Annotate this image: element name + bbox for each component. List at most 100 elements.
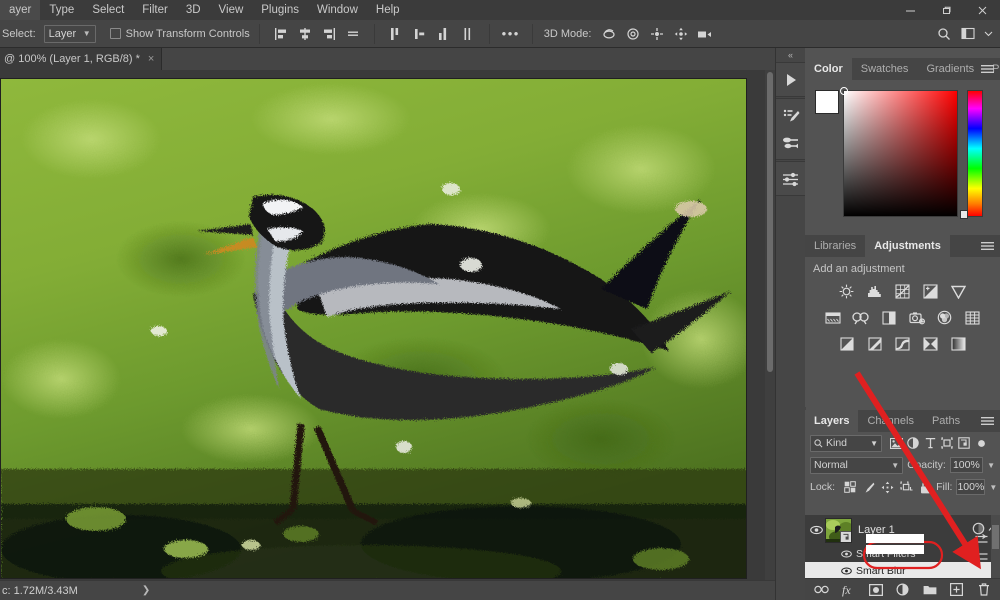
layer-list-scrollbar[interactable] [991, 515, 1000, 578]
tab-channels[interactable]: Channels [858, 410, 923, 432]
filter-kind-dropdown[interactable]: Kind ▼ [810, 434, 882, 452]
smart-blur-visibility-icon[interactable] [841, 567, 856, 575]
invert-icon[interactable] [837, 335, 856, 352]
menu-item-filter[interactable]: Filter [133, 0, 177, 20]
lock-position-icon[interactable] [881, 480, 894, 494]
workspace-switcher-icon[interactable] [957, 24, 979, 44]
distribute-vertical-centers-icon[interactable] [409, 24, 431, 44]
color-field-marker[interactable] [840, 87, 848, 95]
panel-menu-icon[interactable] [981, 410, 994, 432]
layer-visibility-icon[interactable] [807, 525, 825, 535]
collapse-panels-icon[interactable]: « [776, 48, 805, 62]
smart-filter-row-smart-blur[interactable]: Smart Blur [805, 562, 1000, 578]
lock-artboard-nesting-icon[interactable] [900, 480, 913, 494]
rotate-3d-object-icon[interactable] [598, 24, 620, 44]
menu-item-type[interactable]: Type [40, 0, 83, 20]
brush-presets-icon[interactable] [776, 102, 806, 129]
color-picker-field[interactable] [840, 87, 958, 217]
color-lookup-icon[interactable] [963, 309, 982, 326]
panel-menu-icon[interactable] [981, 58, 994, 80]
foreground-color-swatch[interactable] [815, 90, 839, 114]
opacity-input[interactable]: 100% [949, 457, 984, 473]
hue-saturation-icon[interactable] [823, 309, 842, 326]
add-layer-mask-icon[interactable] [868, 582, 884, 598]
canvas-vertical-scrollbar[interactable] [765, 70, 775, 580]
delete-layer-icon[interactable] [976, 582, 992, 598]
brightness-contrast-icon[interactable] [837, 283, 856, 300]
smart-filters-visibility-icon[interactable] [841, 550, 856, 558]
more-options-icon[interactable]: ••• [500, 24, 522, 44]
distribute-top-edges-icon[interactable] [385, 24, 407, 44]
align-left-edges-icon[interactable] [270, 24, 292, 44]
align-right-edges-icon[interactable] [318, 24, 340, 44]
new-group-icon[interactable] [922, 582, 938, 598]
layer-thumbnail[interactable] [825, 517, 852, 543]
scrollbar-thumb[interactable] [992, 525, 999, 549]
chevron-down-icon[interactable] [981, 24, 995, 44]
menu-item-window[interactable]: Window [308, 0, 367, 20]
panel-menu-icon[interactable] [981, 235, 994, 257]
status-expand-arrow-icon[interactable]: ❯ [142, 585, 150, 596]
search-icon[interactable] [933, 24, 955, 44]
select-layer-dropdown[interactable]: Layer ▼ [43, 24, 96, 43]
filter-gallery-blending-options-icon[interactable] [975, 552, 988, 564]
menu-item-layer[interactable]: ayer [0, 0, 41, 20]
filter-shape-layers-icon[interactable] [940, 436, 954, 451]
document-tab[interactable]: @ 100% (Layer 1, RGB/8) * × [0, 48, 163, 70]
menu-item-plugins[interactable]: Plugins [252, 0, 308, 20]
lock-all-icon[interactable] [919, 480, 932, 494]
adjustments-sliders-icon[interactable] [776, 165, 806, 192]
maximize-icon[interactable] [928, 0, 964, 20]
levels-icon[interactable] [865, 283, 884, 300]
canvas-area[interactable] [0, 70, 775, 580]
photo-filter-icon[interactable] [907, 309, 926, 326]
new-adjustment-layer-icon[interactable] [895, 582, 911, 598]
filter-blending-options-icon[interactable] [975, 534, 988, 548]
gradient-map-icon[interactable] [949, 335, 968, 352]
drag-3d-object-icon[interactable] [646, 24, 668, 44]
tab-swatches[interactable]: Swatches [851, 58, 918, 80]
filter-adjustment-layers-icon[interactable] [906, 436, 920, 451]
tab-adjustments[interactable]: Adjustments [865, 235, 950, 257]
layer-style-icon[interactable]: fx [841, 582, 857, 598]
menu-item-view[interactable]: View [210, 0, 253, 20]
document-image-heron-watercolor[interactable] [0, 78, 747, 579]
filter-enable-toggle[interactable] [974, 436, 988, 451]
minimize-icon[interactable] [892, 0, 928, 20]
color-balance-icon[interactable] [851, 309, 870, 326]
fill-input[interactable]: 100% [956, 479, 986, 495]
hue-slider-marker[interactable] [960, 210, 968, 219]
tab-layers[interactable]: Layers [805, 410, 859, 432]
tab-paths[interactable]: Paths [922, 410, 970, 432]
chevron-down-icon[interactable]: ▼ [989, 483, 997, 492]
filter-type-layers-icon[interactable] [923, 436, 937, 451]
curves-icon[interactable] [893, 283, 912, 300]
tab-libraries[interactable]: Libraries [805, 235, 866, 257]
distribute-bottom-edges-icon[interactable] [433, 24, 455, 44]
play-button-icon[interactable] [776, 66, 806, 93]
black-and-white-icon[interactable] [879, 309, 898, 326]
roll-3d-object-icon[interactable] [622, 24, 644, 44]
new-layer-icon[interactable] [949, 582, 965, 598]
slide-3d-object-icon[interactable] [670, 24, 692, 44]
menu-item-select[interactable]: Select [83, 0, 133, 20]
brush-settings-icon[interactable] [776, 129, 806, 156]
link-layers-icon[interactable] [814, 582, 830, 598]
threshold-icon[interactable] [893, 335, 912, 352]
show-transform-controls-checkbox[interactable]: Show Transform Controls [109, 28, 250, 40]
lock-transparent-pixels-icon[interactable] [843, 480, 856, 494]
posterize-icon[interactable] [865, 335, 884, 352]
lock-image-pixels-icon[interactable] [862, 480, 875, 494]
menu-item-3d[interactable]: 3D [177, 0, 210, 20]
distribute-spacing-icon[interactable] [457, 24, 479, 44]
scale-3d-object-icon[interactable] [694, 24, 716, 44]
tab-color[interactable]: Color [805, 58, 852, 80]
scrollbar-thumb[interactable] [767, 72, 773, 372]
blend-mode-dropdown[interactable]: Normal ▼ [810, 456, 904, 474]
vibrance-icon[interactable] [949, 283, 968, 300]
filter-pixel-layers-icon[interactable] [889, 436, 903, 451]
hue-slider[interactable] [967, 90, 983, 217]
exposure-icon[interactable] [921, 283, 940, 300]
align-vertical-centers-icon[interactable] [294, 24, 316, 44]
menu-item-help[interactable]: Help [367, 0, 409, 20]
